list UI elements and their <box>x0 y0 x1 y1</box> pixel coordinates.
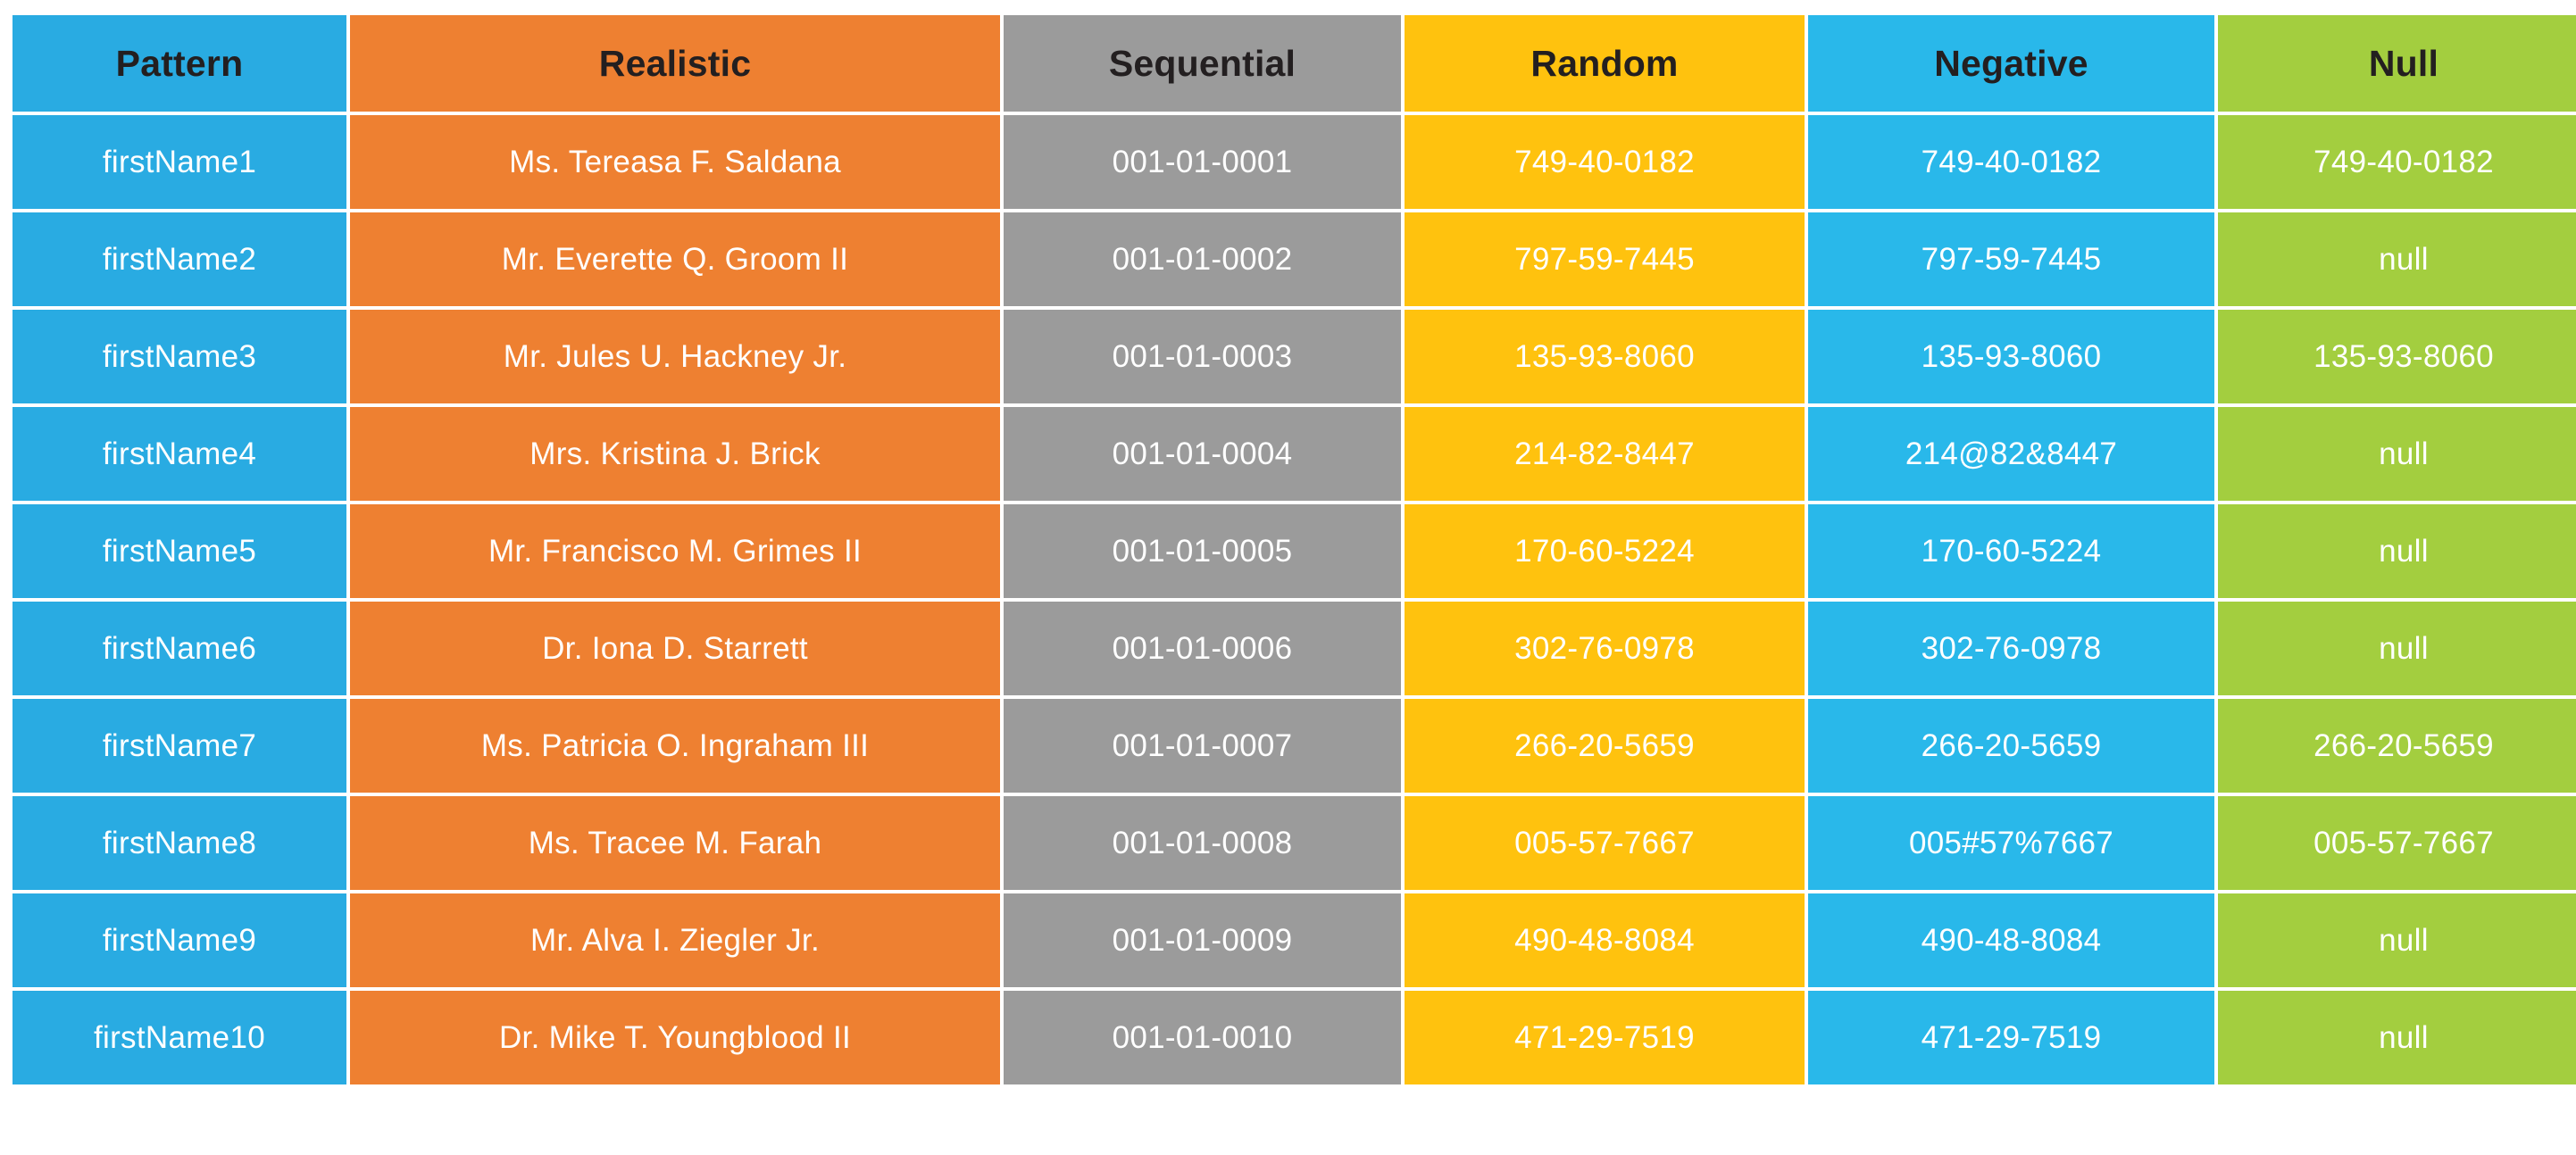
cell-negative: 490-48-8084 <box>1808 893 2214 987</box>
column-header-null[interactable]: Null <box>2218 15 2576 112</box>
cell-random: 266-20-5659 <box>1405 699 1805 793</box>
cell-negative: 266-20-5659 <box>1808 699 2214 793</box>
cell-realistic: Mr. Alva I. Ziegler Jr. <box>350 893 1000 987</box>
cell-negative: 302-76-0978 <box>1808 602 2214 695</box>
cell-negative: 135-93-8060 <box>1808 310 2214 403</box>
cell-random: 797-59-7445 <box>1405 212 1805 306</box>
cell-negative: 797-59-7445 <box>1808 212 2214 306</box>
table-row: firstName2 Mr. Everette Q. Groom II 001-01… <box>13 212 2576 306</box>
cell-random: 005-57-7667 <box>1405 796 1805 890</box>
cell-negative: 170-60-5224 <box>1808 504 2214 598</box>
cell-realistic: Mr. Francisco M. Grimes II <box>350 504 1000 598</box>
column-header-negative[interactable]: Negative <box>1808 15 2214 112</box>
cell-random: 490-48-8084 <box>1405 893 1805 987</box>
table-row: firstName5 Mr. Francisco M. Grimes II 001-… <box>13 504 2576 598</box>
cell-sequential: 001-01-0010 <box>1004 991 1401 1084</box>
cell-sequential: 001-01-0001 <box>1004 115 1401 209</box>
cell-realistic: Ms. Tracee M. Farah <box>350 796 1000 890</box>
table-row: firstName1 Ms. Tereasa F. Saldana 001-01-0… <box>13 115 2576 209</box>
cell-realistic: Dr. Iona D. Starrett <box>350 602 1000 695</box>
cell-pattern: firstName4 <box>13 407 346 501</box>
cell-random: 214-82-8447 <box>1405 407 1805 501</box>
cell-pattern: firstName9 <box>13 893 346 987</box>
cell-pattern: firstName2 <box>13 212 346 306</box>
cell-sequential: 001-01-0004 <box>1004 407 1401 501</box>
cell-sequential: 001-01-0006 <box>1004 602 1401 695</box>
cell-null: 135-93-8060 <box>2218 310 2576 403</box>
cell-random: 749-40-0182 <box>1405 115 1805 209</box>
cell-null: 005-57-7667 <box>2218 796 2576 890</box>
cell-random: 170-60-5224 <box>1405 504 1805 598</box>
table-header: Pattern Realistic Sequential Random Nega… <box>13 15 2576 112</box>
column-header-random[interactable]: Random <box>1405 15 1805 112</box>
cell-sequential: 001-01-0002 <box>1004 212 1401 306</box>
table-row: firstName10 Dr. Mike T. Youngblood II 001-… <box>13 991 2576 1084</box>
test-data-comparison-table: Pattern Realistic Sequential Random Nega… <box>9 12 2576 1088</box>
cell-pattern: firstName6 <box>13 602 346 695</box>
cell-null: null <box>2218 893 2576 987</box>
cell-pattern: firstName1 <box>13 115 346 209</box>
cell-realistic: Dr. Mike T. Youngblood II <box>350 991 1000 1084</box>
table-row: firstName8 Ms. Tracee M. Farah 001-01-0008… <box>13 796 2576 890</box>
table-row: firstName4 Mrs. Kristina J. Brick 001-01-0… <box>13 407 2576 501</box>
cell-null: 749-40-0182 <box>2218 115 2576 209</box>
cell-negative: 749-40-0182 <box>1808 115 2214 209</box>
table-row: firstName9 Mr. Alva I. Ziegler Jr. 001-01-… <box>13 893 2576 987</box>
cell-random: 135-93-8060 <box>1405 310 1805 403</box>
cell-realistic: Mr. Everette Q. Groom II <box>350 212 1000 306</box>
cell-realistic: Mr. Jules U. Hackney Jr. <box>350 310 1000 403</box>
cell-sequential: 001-01-0005 <box>1004 504 1401 598</box>
table-body: firstName1 Ms. Tereasa F. Saldana 001-01-0… <box>13 115 2576 1084</box>
table-row: firstName6 Dr. Iona D. Starrett 001-01-000… <box>13 602 2576 695</box>
cell-sequential: 001-01-0003 <box>1004 310 1401 403</box>
cell-negative: 471-29-7519 <box>1808 991 2214 1084</box>
cell-realistic: Ms. Patricia O. Ingraham III <box>350 699 1000 793</box>
cell-negative: 005#57%7667 <box>1808 796 2214 890</box>
cell-null: null <box>2218 602 2576 695</box>
column-header-sequential[interactable]: Sequential <box>1004 15 1401 112</box>
cell-negative: 214@82&8447 <box>1808 407 2214 501</box>
cell-sequential: 001-01-0007 <box>1004 699 1401 793</box>
table-row: firstName3 Mr. Jules U. Hackney Jr. 001-01… <box>13 310 2576 403</box>
column-header-realistic[interactable]: Realistic <box>350 15 1000 112</box>
cell-null: null <box>2218 504 2576 598</box>
table-row: firstName7 Ms. Patricia O. Ingraham III 00… <box>13 699 2576 793</box>
cell-realistic: Ms. Tereasa F. Saldana <box>350 115 1000 209</box>
cell-pattern: firstName5 <box>13 504 346 598</box>
cell-null: null <box>2218 212 2576 306</box>
cell-sequential: 001-01-0009 <box>1004 893 1401 987</box>
column-header-pattern[interactable]: Pattern <box>13 15 346 112</box>
cell-sequential: 001-01-0008 <box>1004 796 1401 890</box>
header-row: Pattern Realistic Sequential Random Nega… <box>13 15 2576 112</box>
cell-pattern: firstName8 <box>13 796 346 890</box>
cell-realistic: Mrs. Kristina J. Brick <box>350 407 1000 501</box>
cell-random: 302-76-0978 <box>1405 602 1805 695</box>
cell-pattern: firstName7 <box>13 699 346 793</box>
cell-pattern: firstName10 <box>13 991 346 1084</box>
cell-null: 266-20-5659 <box>2218 699 2576 793</box>
cell-null: null <box>2218 407 2576 501</box>
data-table-container: Pattern Realistic Sequential Random Nega… <box>13 15 2576 1084</box>
cell-random: 471-29-7519 <box>1405 991 1805 1084</box>
cell-null: null <box>2218 991 2576 1084</box>
cell-pattern: firstName3 <box>13 310 346 403</box>
